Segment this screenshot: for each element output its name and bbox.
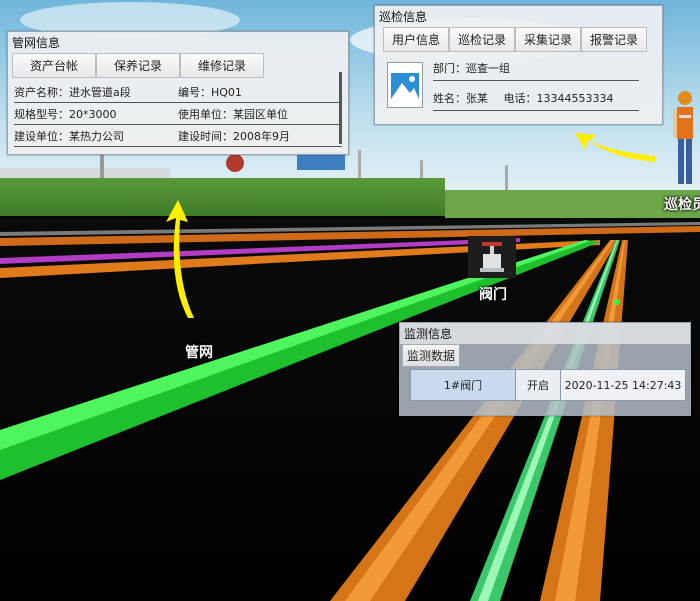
table-row: 规格型号：20*3000 使用单位：某园区单位 bbox=[14, 103, 342, 125]
pipe-tabs: 资产台帐 保养记录 维修记录 bbox=[12, 53, 344, 78]
valve-status-cell: 开启 bbox=[516, 370, 561, 400]
label-pipe-network: 管网 bbox=[185, 345, 213, 361]
tab-collect-record[interactable]: 采集记录 bbox=[515, 27, 581, 52]
name-phone-row: 姓名：张某 电话：13344553334 bbox=[433, 90, 639, 111]
asset-builder: 建设单位：某热力公司 bbox=[14, 129, 124, 143]
department-row: 部门：巡查一组 bbox=[433, 60, 639, 81]
patrol-info-panel: 巡检信息 用户信息 巡检记录 采集记录 报警记录 部门：巡查一组 姓名：张某 电… bbox=[374, 5, 663, 125]
tab-asset-ledger[interactable]: 资产台帐 bbox=[12, 53, 96, 78]
tab-user-info[interactable]: 用户信息 bbox=[383, 27, 449, 52]
asset-name: 资产名称：进水管道a段 bbox=[14, 85, 131, 99]
tab-patrol-record[interactable]: 巡检记录 bbox=[449, 27, 515, 52]
department-text: 部门：巡查一组 bbox=[433, 62, 510, 75]
timestamp-cell: 2020-11-25 14:27:43 bbox=[561, 370, 685, 400]
street-light bbox=[505, 165, 508, 193]
panel-title: 监测信息 bbox=[400, 323, 690, 344]
asset-user-unit: 使用单位：某园区单位 bbox=[178, 107, 288, 121]
asset-build-time: 建设时间：2008年9月 bbox=[178, 129, 290, 143]
pipe-info-panel: 管网信息 资产台帐 保养记录 维修记录 资产名称：进水管道a段 编号：HQ01 … bbox=[7, 31, 349, 155]
tab-maintenance-record[interactable]: 保养记录 bbox=[96, 53, 180, 78]
label-valve: 阀门 bbox=[479, 287, 507, 303]
name-text: 姓名：张某 bbox=[433, 92, 488, 105]
tab-alarm-record[interactable]: 报警记录 bbox=[581, 27, 647, 52]
table-row: 资产名称：进水管道a段 编号：HQ01 bbox=[14, 81, 342, 103]
monitor-info-panel: 监测信息 监测数据 1#阀门 开启 2020-11-25 14:27:43 bbox=[399, 322, 691, 416]
label-patrol: 巡检员 bbox=[664, 197, 700, 213]
monitor-section-tab[interactable]: 监测数据 bbox=[402, 344, 461, 367]
grass-field bbox=[445, 190, 700, 220]
panel-title: 巡检信息 bbox=[379, 10, 428, 24]
tree-red bbox=[226, 154, 244, 172]
valve-id-cell: 1#阀门 bbox=[411, 370, 516, 400]
tab-repair-record[interactable]: 维修记录 bbox=[180, 53, 264, 78]
image-placeholder-icon bbox=[391, 73, 419, 99]
panel-title: 管网信息 bbox=[12, 36, 61, 50]
phone-text: 电话：13344553334 bbox=[503, 92, 614, 105]
asset-code: 编号：HQ01 bbox=[178, 85, 242, 99]
table-row[interactable]: 1#阀门 开启 2020-11-25 14:27:43 bbox=[410, 369, 686, 401]
scrollbar[interactable] bbox=[339, 72, 342, 144]
table-row: 建设单位：某热力公司 建设时间：2008年9月 bbox=[14, 125, 342, 147]
asset-spec: 规格型号：20*3000 bbox=[14, 107, 117, 121]
avatar bbox=[387, 62, 423, 108]
hedge bbox=[0, 178, 445, 216]
sensor-point[interactable] bbox=[614, 299, 620, 305]
patrol-tabs: 用户信息 巡检记录 采集记录 报警记录 bbox=[383, 27, 658, 52]
